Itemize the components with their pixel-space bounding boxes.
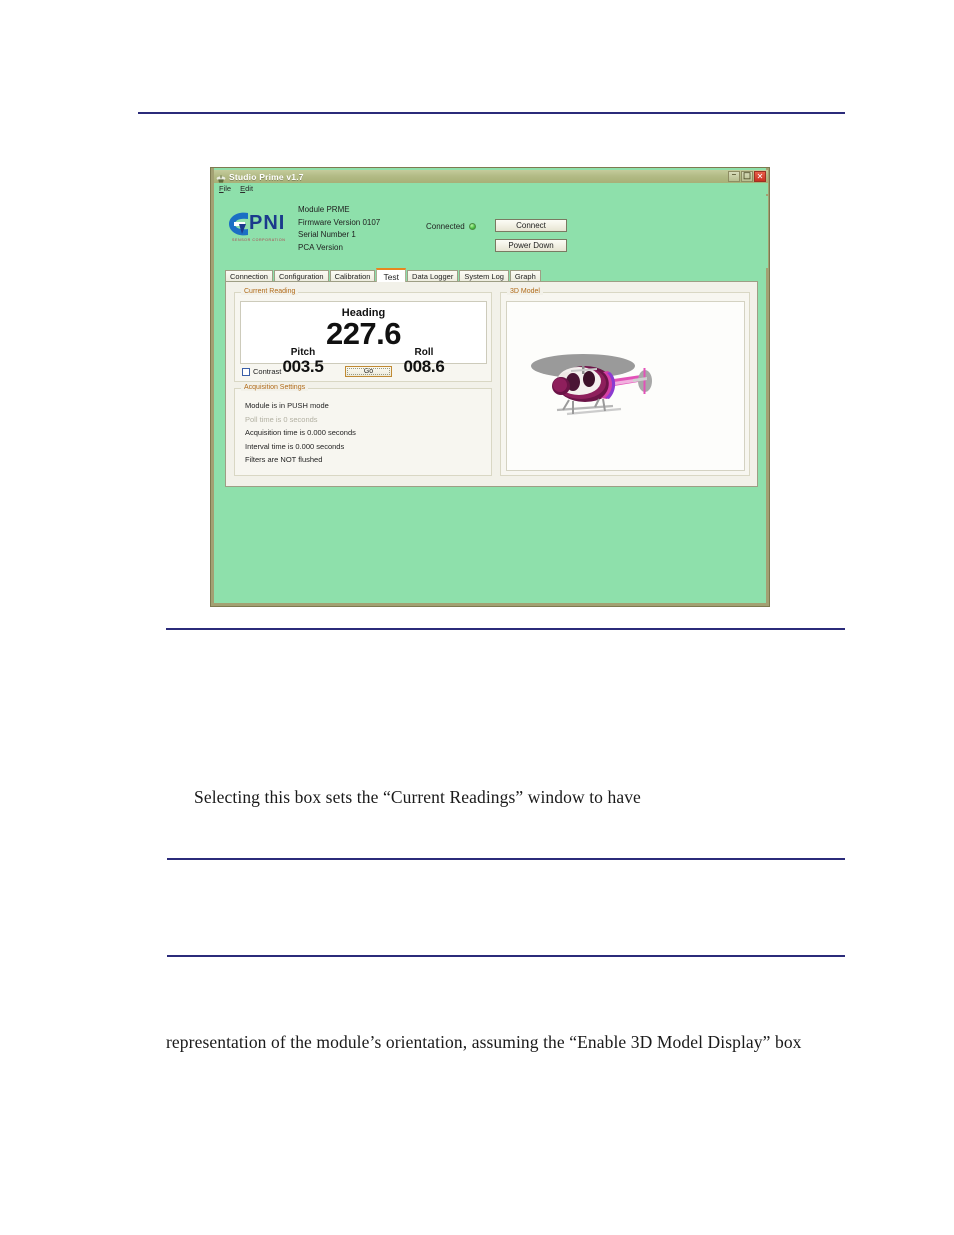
app-header: PNI SENSOR CORPORATION Module PRME Firmw… bbox=[214, 196, 768, 268]
connection-status-label: Connected bbox=[426, 222, 465, 231]
page-rule-fourth bbox=[167, 955, 845, 957]
body-paragraph-first: Selecting this box sets the “Current Rea… bbox=[194, 787, 641, 807]
connection-status: Connected bbox=[426, 222, 476, 231]
close-button[interactable]: ✕ bbox=[754, 171, 766, 182]
menu-item-file-label: ile bbox=[223, 184, 232, 193]
acq-line-filters: Filters are NOT flushed bbox=[245, 455, 323, 464]
contrast-label: Contrast bbox=[253, 367, 282, 376]
module-info-line-4: PCA Version bbox=[298, 242, 343, 252]
page-rule-third bbox=[167, 858, 845, 860]
menu-item-edit[interactable]: Edit bbox=[240, 184, 253, 193]
module-info-line-1: Module PRME bbox=[298, 205, 350, 214]
current-reading-legend: Current Reading bbox=[241, 288, 299, 295]
page-rule-top bbox=[138, 112, 845, 114]
helicopter-model-icon bbox=[521, 344, 671, 424]
app-logo-icon bbox=[216, 172, 226, 183]
acquisition-settings-legend: Acquisition Settings bbox=[241, 384, 309, 391]
menu-bar: File Edit bbox=[214, 183, 768, 194]
acq-line-push-mode: Module is in PUSH mode bbox=[245, 401, 329, 410]
application-window: Studio Prime v1.7 – ☐ ✕ File Edit PNI SE… bbox=[210, 167, 770, 607]
menu-item-edit-label: dit bbox=[245, 184, 254, 193]
tab-test[interactable]: Test bbox=[376, 268, 407, 282]
power-down-button[interactable]: Power Down bbox=[495, 239, 567, 252]
module-info-line-3: Serial Number 1 bbox=[298, 230, 356, 240]
menu-item-file[interactable]: File bbox=[219, 184, 231, 193]
connected-led-icon bbox=[468, 223, 476, 230]
window-frame-bottom bbox=[211, 603, 769, 606]
heading-value: 227.6 bbox=[325, 316, 402, 351]
tab-strip: Connection Configuration Calibration Tes… bbox=[225, 268, 765, 282]
model-3d-canvas[interactable] bbox=[506, 301, 745, 471]
pni-tagline: SENSOR CORPORATION bbox=[232, 238, 286, 242]
contrast-checkbox[interactable] bbox=[242, 367, 250, 376]
reading-display: Heading 227.6 Pitch 003.5 Roll 008.6 bbox=[240, 301, 487, 376]
window-title: Studio Prime v1.7 bbox=[229, 171, 304, 182]
pni-wordmark: PNI bbox=[249, 212, 286, 234]
model-3d-group: 3D Model bbox=[500, 288, 750, 476]
contrast-row[interactable]: Contrast bbox=[242, 367, 281, 376]
module-info-line-2: Firmware Version 0107 bbox=[298, 217, 381, 227]
acquisition-settings-group: Acquisition Settings Module is in PUSH m… bbox=[234, 384, 492, 476]
acq-line-poll-time: Poll time is 0 seconds bbox=[245, 414, 318, 424]
body-paragraph-second: representation of the module’s orientati… bbox=[166, 1032, 802, 1052]
test-tab-panel: Current Reading Heading 227.6 Pitch 003.… bbox=[225, 281, 758, 487]
maximize-button[interactable]: ☐ bbox=[741, 171, 753, 182]
close-icon: ✕ bbox=[756, 172, 764, 181]
page-rule-second bbox=[166, 628, 845, 630]
title-bar[interactable]: Studio Prime v1.7 – ☐ ✕ bbox=[214, 170, 768, 183]
minimize-icon: – bbox=[731, 170, 737, 179]
acq-line-interval-time: Interval time is 0.000 seconds bbox=[245, 441, 345, 451]
current-reading-group: Current Reading Heading 227.6 Pitch 003.… bbox=[234, 288, 492, 382]
model-3d-legend: 3D Model bbox=[507, 288, 543, 295]
minimize-button[interactable]: – bbox=[728, 171, 740, 182]
acquisition-settings-list: Module is in PUSH mode Poll time is 0 se… bbox=[245, 399, 356, 467]
maximize-icon: ☐ bbox=[742, 171, 752, 181]
go-button[interactable]: Go bbox=[345, 366, 392, 377]
acq-line-acquisition-time: Acquisition time is 0.000 seconds bbox=[245, 428, 356, 437]
pni-logo: PNI SENSOR CORPORATION bbox=[228, 208, 300, 248]
module-info-block: Module PRME Firmware Version 0107 Serial… bbox=[298, 204, 380, 254]
connect-button[interactable]: Connect bbox=[495, 219, 567, 232]
